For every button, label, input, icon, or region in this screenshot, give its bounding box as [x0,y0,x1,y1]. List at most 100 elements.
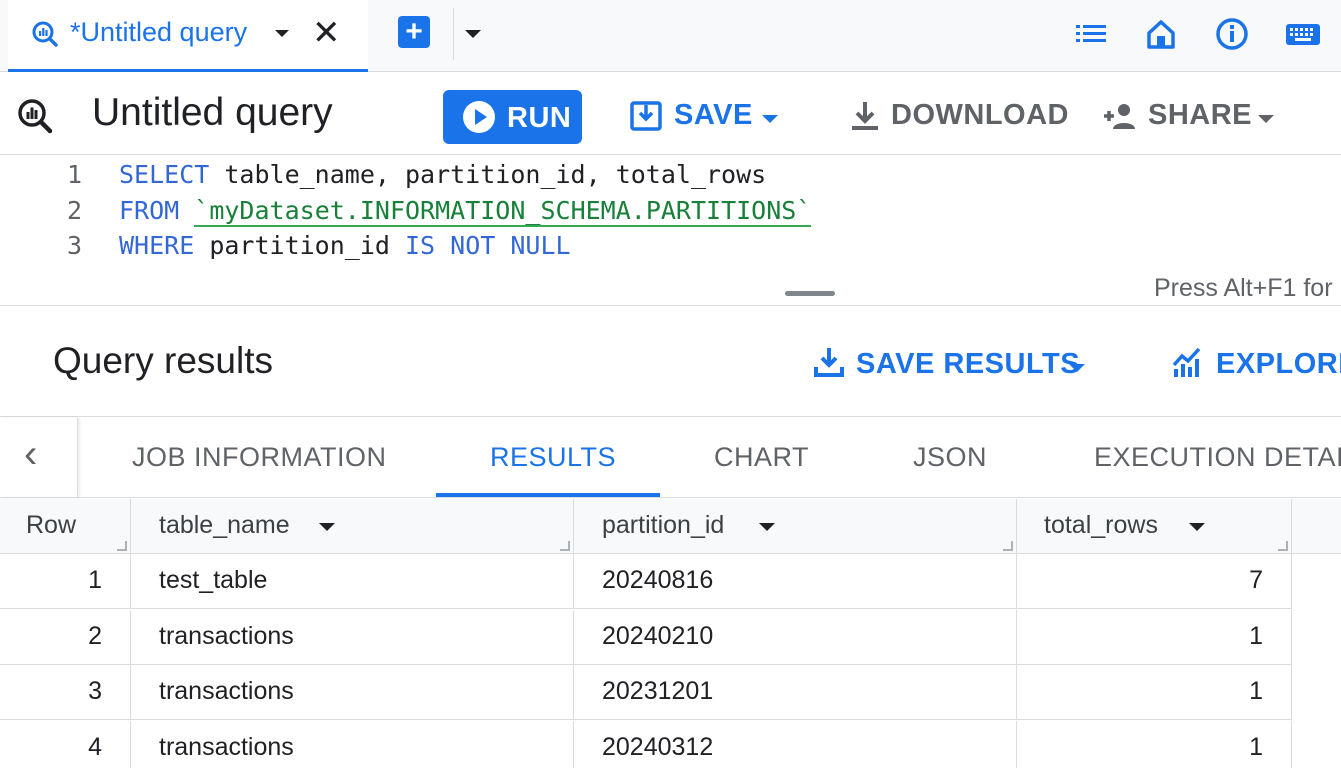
list-icon[interactable] [1073,16,1109,52]
tab-job-information[interactable]: JOB INFORMATION [132,442,387,473]
tabs-scroll-left-button[interactable]: ‹ [0,418,78,497]
table-header: Row table_name partition_id total_rows [0,499,1341,554]
line-number: 2 [66,195,82,225]
download-icon [852,102,878,130]
sort-chevron-down-icon[interactable] [759,523,775,531]
cell-table-name[interactable]: test_table [131,554,574,609]
tab-results[interactable]: RESULTS [490,442,616,473]
save-results-chevron-down-icon[interactable] [1069,364,1085,372]
resize-grip-icon[interactable] [560,541,570,551]
cell-total-rows[interactable]: 7 [1017,554,1292,609]
save-results-button[interactable]: SAVE RESULTS [856,348,1080,381]
results-header: Query results SAVE RESULTS EXPLORE [0,307,1341,417]
cell-row-number[interactable]: 3 [0,665,131,720]
cell-partition-id[interactable]: 20240312 [574,720,1017,768]
column-label: total_rows [1044,511,1158,539]
cell-value: 2 [88,621,102,650]
cell-partition-id[interactable]: 20231201 [574,665,1017,720]
share-chevron-down-icon[interactable] [1258,115,1274,123]
cell-total-rows[interactable]: 1 [1017,720,1292,768]
share-button[interactable]: SHARE [1148,99,1252,132]
cell-value: test_table [159,566,268,594]
tab-chart[interactable]: CHART [714,442,809,473]
column-label: Row [26,511,77,539]
sql-editor[interactable]: 1 SELECT table_name, partition_id, total_… [0,156,1341,306]
cell-value: transactions [159,732,294,761]
save-chevron-down-icon[interactable] [762,115,778,123]
cell-value: 20240210 [602,621,714,650]
cell-total-rows[interactable]: 1 [1017,609,1292,665]
tab-menu-chevron-down-icon[interactable] [275,30,289,37]
editor-resize-handle[interactable] [785,291,835,296]
column-header-total-rows[interactable]: total_rows [1017,499,1292,554]
download-icon [814,348,844,377]
column-label: partition_id [602,511,725,539]
sql-text: partition_id [194,231,405,260]
resize-grip-icon[interactable] [1278,541,1288,551]
new-query-button[interactable]: + [398,16,430,48]
sort-chevron-down-icon[interactable] [319,523,335,531]
sql-keyword: IS NOT NULL [404,231,571,260]
cell-partition-id[interactable]: 20240816 [574,554,1017,609]
query-icon [18,99,53,134]
results-tabs: ‹ JOB INFORMATION RESULTS CHART JSON EXE… [0,418,1341,498]
cell-value: 4 [88,732,102,761]
new-tab-menu-chevron-down-icon[interactable] [465,30,481,38]
cell-table-name[interactable]: transactions [131,720,574,768]
code-text: SELECT table_name, partition_id, total_r… [119,160,766,189]
save-button[interactable]: SAVE [674,99,753,132]
code-text: FROM `myDataset.INFORMATION_SCHEMA.PARTI… [119,195,812,227]
cell-partition-id[interactable]: 20240210 [574,609,1017,665]
cell-value: transactions [159,677,294,705]
table-row[interactable]: 1 test_table 20240816 7 [0,554,1292,609]
code-line[interactable]: 2 FROM `myDataset.INFORMATION_SCHEMA.PART… [0,195,1341,231]
chevron-left-icon: ‹ [24,432,38,476]
run-label: RUN [507,102,572,134]
sql-table-reference: `myDataset.INFORMATION_SCHEMA.PARTITIONS… [194,195,812,227]
home-icon[interactable] [1143,16,1179,52]
column-label: table_name [159,511,290,539]
sort-chevron-down-icon[interactable] [1189,523,1205,531]
column-header-partition-id[interactable]: partition_id [574,499,1017,554]
code-line[interactable]: 3 WHERE partition_id IS NOT NULL [0,231,1341,266]
sql-keyword: FROM [119,195,180,225]
explore-button[interactable]: EXPLORE [1216,348,1341,381]
line-number: 1 [66,160,82,189]
sql-keyword: WHERE [119,231,195,260]
cell-row-number[interactable]: 1 [0,554,131,609]
table-row[interactable]: 3 transactions 20231201 1 [0,665,1292,720]
save-icon [630,101,662,131]
download-button[interactable]: DOWNLOAD [891,99,1069,132]
keyboard-icon[interactable] [1285,16,1321,52]
resize-grip-icon[interactable] [1003,541,1013,551]
code-text: WHERE partition_id IS NOT NULL [119,231,571,260]
tab-execution-details[interactable]: EXECUTION DETAIL [1094,442,1341,473]
cell-table-name[interactable]: transactions [131,665,574,720]
query-tab-bar: *Untitled query ✕ + [0,0,1341,72]
code-line[interactable]: 1 SELECT table_name, partition_id, total_… [0,160,1341,195]
close-tab-icon[interactable]: ✕ [312,13,341,53]
tab-untitled-query[interactable]: *Untitled query ✕ [8,0,368,72]
column-header-table-name[interactable]: table_name [131,499,574,554]
table-row[interactable]: 2 transactions 20240210 1 [0,609,1292,665]
tab-json[interactable]: JSON [913,442,987,473]
line-number: 3 [66,231,82,260]
cell-table-name[interactable]: transactions [131,609,574,665]
column-header-empty [1292,499,1341,554]
resize-grip-icon[interactable] [117,541,127,551]
info-icon[interactable] [1214,16,1250,52]
cell-total-rows[interactable]: 1 [1017,665,1292,720]
column-header-row[interactable]: Row [0,499,131,554]
results-table: Row table_name partition_id total_rows 1… [0,499,1341,768]
cell-value: 20240816 [602,566,714,594]
tab-title: *Untitled query [70,17,248,47]
cell-row-number[interactable]: 4 [0,720,131,768]
active-tab-indicator [436,493,660,497]
run-button[interactable]: RUN [443,90,582,144]
cell-value: 1 [1249,677,1263,705]
cell-row-number[interactable]: 2 [0,609,131,665]
tab-divider [453,8,454,60]
editor-hint: Press Alt+F1 for [1154,274,1333,302]
table-row[interactable]: 4 transactions 20240312 1 [0,720,1292,768]
